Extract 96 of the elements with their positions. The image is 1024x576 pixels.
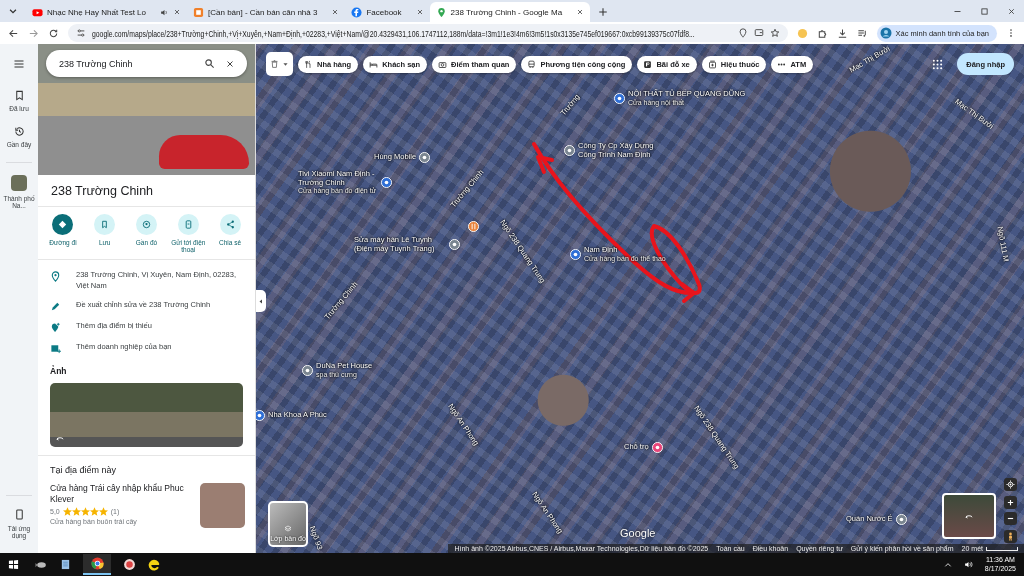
speaker-icon — [160, 7, 169, 17]
business-photo — [200, 483, 245, 528]
bus-icon — [527, 59, 537, 69]
close-icon[interactable] — [331, 8, 340, 16]
dropdown-caret-icon[interactable] — [8, 6, 18, 16]
close-icon[interactable] — [225, 58, 235, 69]
phone-icon — [13, 508, 25, 521]
play-logo-icon — [32, 6, 43, 18]
fork-knife-icon — [304, 59, 313, 69]
browser-tab[interactable]: Nhạc Nhẹ Hay Nhất Test Lo — [26, 2, 187, 22]
star-icon — [98, 507, 108, 517]
camera-icon — [438, 59, 448, 69]
e-logo-icon[interactable] — [148, 558, 161, 571]
speaker-icon[interactable] — [963, 560, 973, 569]
search-icon[interactable] — [204, 58, 215, 69]
caret-icon — [258, 297, 264, 305]
location-pin-icon[interactable] — [737, 28, 748, 38]
place-title: 238 Trường Chinh — [38, 175, 255, 207]
f-logo-icon — [351, 6, 363, 18]
section-heading: Ảnh — [49, 364, 68, 378]
pegman-icon — [1006, 532, 1015, 541]
place-pin-icon — [449, 239, 460, 251]
close-icon[interactable] — [173, 8, 181, 16]
caret-icon — [282, 60, 289, 68]
location-pin-icon — [50, 271, 61, 282]
windows-logo-icon[interactable] — [8, 559, 19, 570]
place-pin-icon — [895, 514, 907, 525]
layer-toggle[interactable] — [266, 52, 293, 76]
layers-icon — [284, 525, 292, 533]
history-icon — [13, 126, 25, 137]
back-arrow-icon[interactable] — [8, 27, 19, 39]
browser-tab[interactable]: Facebook — [345, 2, 430, 22]
forward-arrow-icon[interactable] — [28, 27, 39, 39]
place-pin-icon — [564, 145, 575, 157]
restaurant-pin-icon — [468, 221, 479, 232]
star-icon — [62, 507, 72, 517]
menu-icon[interactable] — [13, 58, 25, 70]
puzzle-icon[interactable] — [816, 27, 828, 39]
add-pin-icon — [50, 322, 61, 333]
zoom-in-button[interactable] — [1004, 496, 1017, 509]
apps-grid-icon[interactable] — [932, 58, 944, 70]
star-icon — [80, 507, 90, 517]
cast-icon[interactable] — [753, 28, 764, 38]
place-pin-icon — [651, 442, 663, 453]
browser-tab[interactable]: 238 Trường Chinh - Google Ma — [429, 2, 591, 22]
map-logo: Google — [620, 527, 656, 539]
tune-icon[interactable] — [76, 28, 86, 38]
collapse-panel-button[interactable] — [256, 290, 266, 312]
place-pin-icon — [614, 92, 625, 104]
star-icon — [71, 507, 81, 517]
square-logo-icon — [193, 6, 204, 18]
my-location-icon — [1006, 480, 1015, 489]
pencil-icon — [50, 301, 61, 312]
close-icon[interactable] — [1007, 7, 1016, 16]
pegman-button[interactable] — [1004, 530, 1017, 543]
add-store-icon — [50, 343, 61, 354]
place-pin-icon — [419, 152, 431, 163]
street-view-thumbnail[interactable] — [942, 493, 996, 539]
close-icon[interactable] — [576, 8, 585, 16]
bed-icon — [369, 59, 379, 69]
place-pin-icon — [381, 177, 392, 189]
zoom-in-icon — [1006, 498, 1015, 507]
avatar-icon — [879, 27, 892, 39]
scale-bar — [986, 546, 1018, 551]
map-pin-icon — [435, 6, 447, 18]
place-pin-icon — [302, 364, 313, 376]
share-icon — [224, 219, 236, 230]
nearby-icon — [141, 219, 152, 230]
maximize-icon[interactable] — [980, 7, 989, 16]
browser-tab[interactable]: [Cần bán] - Cần bán căn nhà 3 — [187, 2, 346, 22]
pharmacy-icon — [707, 59, 717, 69]
star-icon[interactable] — [769, 28, 780, 38]
new-tab-icon[interactable] — [598, 7, 609, 17]
close-icon[interactable] — [415, 8, 424, 16]
star-icon — [89, 507, 99, 517]
business-name[interactable]: Cửa hàng Trái cây nhập khẩu Phuc Klever — [50, 483, 194, 506]
rotate-arrow-icon — [54, 434, 66, 443]
notepad-icon[interactable] — [60, 558, 71, 571]
media-list-icon[interactable] — [856, 27, 868, 39]
address-bar[interactable]: google.com/maps/place/238+Trường+Chinh,+Vị+Xuyên,+Nam+Định,+02283,+Việt+Nam/@20.4329431,106.1747112,188m/data=!3m1!1e3!4m6!3m5!1s0x3135e745ef019667:0xcb99139375c07fdf8... — [68, 24, 788, 42]
my-location-button[interactable] — [1004, 478, 1017, 491]
trash-can-icon — [270, 59, 279, 69]
place-pin-icon — [570, 248, 581, 260]
chevron-up-icon[interactable] — [943, 560, 952, 569]
browser-logo-icon[interactable] — [90, 557, 104, 570]
directions-icon — [57, 219, 69, 230]
section-heading: Tại địa điểm này — [49, 464, 118, 477]
parking-icon — [643, 59, 653, 69]
download-icon[interactable] — [836, 27, 848, 39]
search-field[interactable]: 238 Trường Chinh — [46, 50, 247, 77]
round-app-icon[interactable] — [123, 558, 136, 571]
bookmark-icon — [13, 90, 25, 101]
url-text: google.com/maps/place/238+Trường+Chinh,+Vị+Xuyên,+Nam+Định,+02283,+Việt+Nam/@20.4329431,106.1747112,188m/data=!3m1!1e3!4m6!3m5!1s0x3135e745ef019667:0xcb99139375c07fdf8... — [92, 28, 695, 39]
zoom-out-button[interactable] — [1004, 512, 1017, 525]
reload-icon[interactable] — [48, 27, 59, 39]
place-thumbnail — [11, 175, 27, 191]
